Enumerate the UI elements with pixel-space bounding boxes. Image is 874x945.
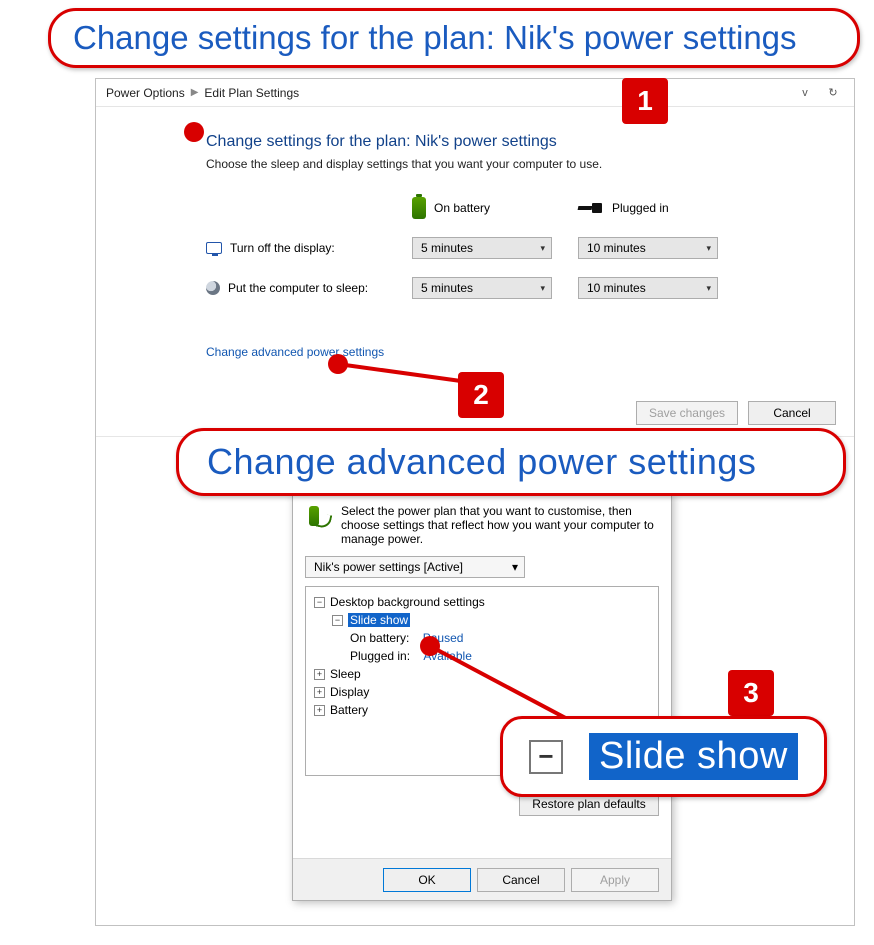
sleep-battery-dropdown[interactable]: 5 minutes ▾ xyxy=(412,277,552,299)
collapse-icon: − xyxy=(529,740,563,774)
refresh-icon[interactable]: ↻ xyxy=(822,86,844,99)
moon-icon xyxy=(206,281,220,295)
callout-3-pill: − Slide show xyxy=(500,716,827,797)
chevron-down-icon: ▾ xyxy=(540,243,545,254)
chevron-down-icon: ▾ xyxy=(540,283,545,294)
row-turn-off-display: Turn off the display: xyxy=(206,241,386,255)
plan-select-value: Nik's power settings [Active] xyxy=(314,560,463,574)
col-on-battery: On battery xyxy=(412,197,552,219)
callout-1-text: Change settings for the plan: Nik's powe… xyxy=(48,8,860,68)
callout-badge-3: 3 xyxy=(728,670,774,716)
row-put-to-sleep: Put the computer to sleep: xyxy=(206,281,386,295)
advanced-power-dialog: Select the power plan that you want to c… xyxy=(292,493,672,901)
breadcrumb-edit-plan[interactable]: Edit Plan Settings xyxy=(204,86,299,100)
collapse-icon[interactable]: − xyxy=(332,615,343,626)
expand-icon[interactable]: + xyxy=(314,669,325,680)
row-sleep-label: Put the computer to sleep: xyxy=(228,281,368,295)
breadcrumb-power-options[interactable]: Power Options xyxy=(106,86,185,100)
col-battery-label: On battery xyxy=(434,201,490,215)
dialog-description: Select the power plan that you want to c… xyxy=(341,504,659,546)
collapse-icon[interactable]: − xyxy=(314,597,325,608)
display-battery-dropdown[interactable]: 5 minutes ▾ xyxy=(412,237,552,259)
breadcrumb-bar: Power Options ▶ Edit Plan Settings v ↻ xyxy=(96,79,854,107)
tree-plugged-label: Plugged in: xyxy=(350,649,410,663)
display-battery-value: 5 minutes xyxy=(421,241,473,255)
plug-icon xyxy=(578,202,604,214)
tree-display[interactable]: Display xyxy=(330,685,369,699)
change-advanced-link[interactable]: Change advanced power settings xyxy=(206,345,384,359)
callout-badge-1: 1 xyxy=(622,78,668,124)
callout-badge-2: 2 xyxy=(458,372,504,418)
settings-grid: On battery Plugged in Turn off the displ… xyxy=(206,197,824,299)
expand-icon[interactable]: + xyxy=(314,687,325,698)
callout-dot-1 xyxy=(184,122,204,142)
tree-desktop-bg[interactable]: Desktop background settings xyxy=(330,595,485,609)
power-plan-icon xyxy=(305,504,331,530)
sleep-plugged-value: 10 minutes xyxy=(587,281,646,295)
row-display-label: Turn off the display: xyxy=(230,241,335,255)
col-plugged-in: Plugged in xyxy=(578,201,718,215)
callout-dot-2 xyxy=(328,354,348,374)
dialog-footer: OK Cancel Apply xyxy=(293,858,671,900)
chevron-down-icon: ▾ xyxy=(706,283,711,294)
plan-content: Change settings for the plan: Nik's powe… xyxy=(96,107,854,361)
display-plugged-value: 10 minutes xyxy=(587,241,646,255)
chevron-right-icon: ▶ xyxy=(191,87,199,98)
apply-button[interactable]: Apply xyxy=(571,868,659,892)
plan-title: Change settings for the plan: Nik's powe… xyxy=(206,133,824,151)
ok-button[interactable]: OK xyxy=(383,868,471,892)
save-changes-button[interactable]: Save changes xyxy=(636,401,738,425)
sleep-plugged-dropdown[interactable]: 10 minutes ▾ xyxy=(578,277,718,299)
tree-on-battery-label: On battery: xyxy=(350,631,409,645)
expand-icon[interactable]: + xyxy=(314,705,325,716)
tree-slide-show[interactable]: Slide show xyxy=(348,613,410,627)
tree-sleep[interactable]: Sleep xyxy=(330,667,361,681)
battery-icon xyxy=(412,197,426,219)
cancel-button[interactable]: Cancel xyxy=(748,401,836,425)
dialog-cancel-button[interactable]: Cancel xyxy=(477,868,565,892)
chevron-down-icon: ▾ xyxy=(512,560,518,574)
display-icon xyxy=(206,242,222,254)
plan-subtitle: Choose the sleep and display settings th… xyxy=(206,157,824,171)
sleep-battery-value: 5 minutes xyxy=(421,281,473,295)
callout-dot-3 xyxy=(420,636,440,656)
plan-select-dropdown[interactable]: Nik's power settings [Active] ▾ xyxy=(305,556,525,578)
chevron-down-icon: ▾ xyxy=(706,243,711,254)
display-plugged-dropdown[interactable]: 10 minutes ▾ xyxy=(578,237,718,259)
col-plugged-label: Plugged in xyxy=(612,201,669,215)
tree-battery[interactable]: Battery xyxy=(330,703,368,717)
callout-2-text: Change advanced power settings xyxy=(176,428,846,496)
chevron-down-icon[interactable]: v xyxy=(794,87,816,99)
callout-3-text: Slide show xyxy=(589,733,798,780)
